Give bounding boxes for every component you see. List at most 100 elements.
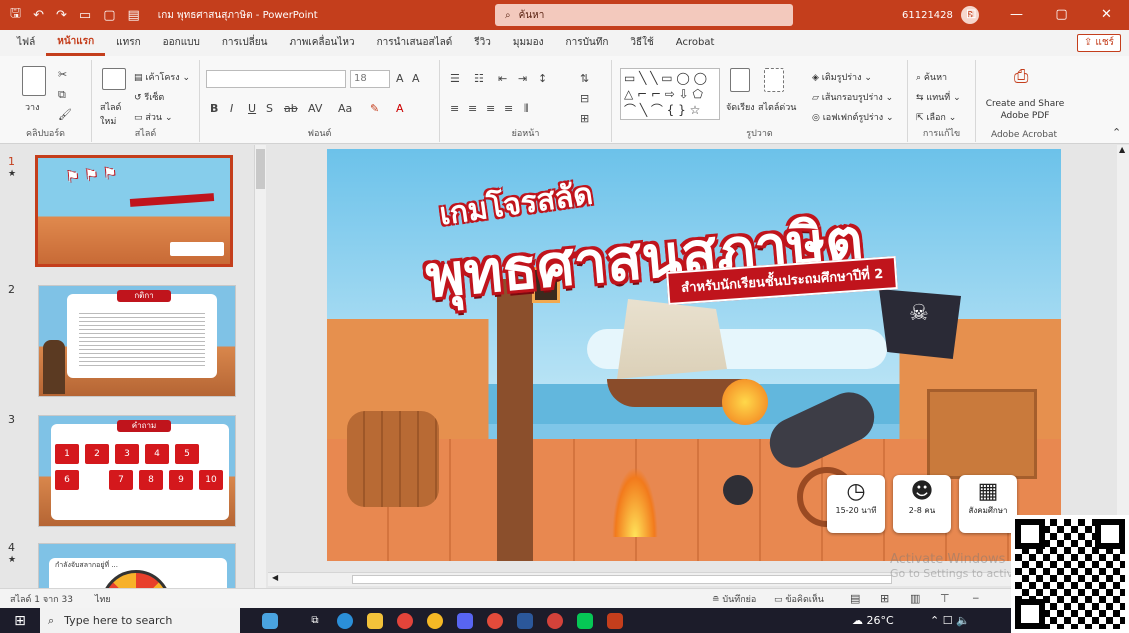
font-color-icon[interactable]: A xyxy=(396,102,404,115)
columns-icon[interactable]: ⫴ xyxy=(524,102,529,116)
share-button[interactable]: ⇪ แชร์ xyxy=(1076,34,1121,52)
normal-view-icon[interactable]: ▤ xyxy=(850,592,860,605)
tab-home[interactable]: หน้าแรก xyxy=(46,31,106,56)
line-spacing-icon[interactable]: ↕ xyxy=(538,72,547,85)
grow-font-icon[interactable]: A xyxy=(396,72,404,85)
taskbar-search[interactable]: ⌕ Type here to search xyxy=(40,608,240,633)
slide-sorter-icon[interactable]: ⊞ xyxy=(880,592,889,605)
arrange-button[interactable]: จัดเรียง xyxy=(726,100,755,114)
align-left-icon[interactable]: ≡ xyxy=(450,102,459,115)
chrome-profile-icon[interactable] xyxy=(420,608,450,633)
app-icon[interactable] xyxy=(480,608,510,633)
file-explorer-icon[interactable] xyxy=(360,608,390,633)
line-icon[interactable] xyxy=(570,608,600,633)
tab-file[interactable]: ไฟล์ xyxy=(6,30,46,56)
shape-outline-button[interactable]: ▱ เส้นกรอบรูปร่าง ⌄ xyxy=(812,90,893,104)
weather-temp[interactable]: ☁ 26°C xyxy=(852,608,894,633)
layout-button[interactable]: ▤ เค้าโครง ⌄ xyxy=(134,70,190,84)
save-icon[interactable]: 🖫 xyxy=(10,4,21,26)
reset-button[interactable]: ↺ รีเซ็ต xyxy=(134,90,164,104)
open-icon[interactable]: ▤ xyxy=(127,8,139,23)
reading-view-icon[interactable]: ▥ xyxy=(910,592,920,605)
edge-icon[interactable] xyxy=(330,608,360,633)
smartart-icon[interactable]: ⊞ xyxy=(580,112,589,125)
slide-thumbnail-1[interactable]: ⚑ ⚑ ⚑ xyxy=(35,155,233,267)
shadow-icon[interactable]: S xyxy=(266,102,273,115)
create-pdf-button[interactable]: Create and Share Adobe PDF xyxy=(980,98,1070,122)
strikethrough-icon[interactable]: ab xyxy=(284,102,298,115)
slide-thumbnail-2[interactable]: กติกา xyxy=(38,285,236,397)
redo-icon[interactable]: ↷ xyxy=(56,8,67,23)
italic-icon[interactable]: I xyxy=(230,102,233,115)
slideshow-view-icon[interactable]: ⊤ xyxy=(940,592,950,605)
notes-button[interactable]: ≘ บันทึกย่อ xyxy=(712,592,756,606)
new-icon[interactable]: ▢ xyxy=(103,8,115,23)
text-direction-icon[interactable]: ⇅ xyxy=(580,72,589,85)
maximize-icon[interactable]: ▢ xyxy=(1039,0,1084,30)
search-box[interactable]: ⌕ ค้นหา xyxy=(495,4,793,26)
replace-button[interactable]: ⇆ แทนที่ ⌄ xyxy=(916,90,961,104)
thumbnail-scroll-thumb[interactable] xyxy=(256,149,265,189)
current-slide[interactable]: ☠ เกมโจรสลัด พุทธศาสนสุภาษิต สำหรับนักเร… xyxy=(327,149,1061,561)
paste-icon[interactable] xyxy=(22,66,46,96)
close-icon[interactable]: ✕ xyxy=(1084,0,1129,30)
bold-icon[interactable]: B xyxy=(210,102,218,115)
font-name-field[interactable] xyxy=(206,70,346,88)
char-spacing-icon[interactable]: AV xyxy=(308,102,322,115)
quick-styles-icon[interactable] xyxy=(764,68,784,92)
shape-effects-button[interactable]: ◎ เอฟเฟกต์รูปร่าง ⌄ xyxy=(812,110,894,124)
create-pdf-icon[interactable]: ⎙ xyxy=(1014,66,1028,87)
align-center-icon[interactable]: ≡ xyxy=(468,102,477,115)
present-icon[interactable]: ▭ xyxy=(79,8,91,23)
hscroll-thumb[interactable] xyxy=(352,575,892,584)
powerpoint-icon[interactable] xyxy=(600,608,630,633)
language-indicator[interactable]: ไทย xyxy=(95,592,111,606)
arrange-icon[interactable] xyxy=(730,68,750,92)
find-button[interactable]: ⌕ ค้นหา xyxy=(916,70,947,84)
info-time[interactable]: ◷ 15-20 นาที xyxy=(827,475,885,533)
tab-record[interactable]: การบันทึก xyxy=(555,30,620,56)
tab-slideshow[interactable]: การนำเสนอสไลด์ xyxy=(366,30,464,56)
word-icon[interactable] xyxy=(510,608,540,633)
tab-transitions[interactable]: การเปลี่ยน xyxy=(211,30,279,56)
paste-button[interactable]: วาง xyxy=(25,100,40,114)
decrease-indent-icon[interactable]: ⇤ xyxy=(498,72,507,85)
change-case-icon[interactable]: Aa xyxy=(338,102,352,115)
slide-thumbnail-4[interactable]: กำลังจับสลากอยู่ที่ ... xyxy=(38,543,236,588)
numbering-icon[interactable]: ☷ xyxy=(474,72,484,85)
ribbon-display-icon[interactable]: ⊡ xyxy=(949,0,994,30)
quick-styles-button[interactable]: สไตล์ด่วน xyxy=(758,100,796,114)
comments-button[interactable]: ▭ ข้อคิดเห็น xyxy=(774,592,824,606)
tab-acrobat[interactable]: Acrobat xyxy=(665,30,726,56)
tab-design[interactable]: ออกแบบ xyxy=(152,30,211,56)
new-slide-button[interactable]: สไลด์ใหม่ xyxy=(100,100,130,128)
underline-icon[interactable]: U xyxy=(248,102,256,115)
highlight-icon[interactable]: ✎ xyxy=(370,102,379,115)
tab-animations[interactable]: ภาพเคลื่อนไหว xyxy=(279,30,366,56)
minimize-icon[interactable]: — xyxy=(994,0,1039,30)
increase-indent-icon[interactable]: ⇥ xyxy=(518,72,527,85)
align-text-icon[interactable]: ⊟ xyxy=(580,92,589,105)
tab-help[interactable]: วิธีใช้ xyxy=(619,30,664,56)
zoom-out-icon[interactable]: − xyxy=(972,594,980,604)
copy-icon[interactable]: ⧉ xyxy=(58,88,66,102)
section-button[interactable]: ▭ ส่วน ⌄ xyxy=(134,110,172,124)
tab-review[interactable]: รีวิว xyxy=(463,30,502,56)
discord-icon[interactable] xyxy=(450,608,480,633)
system-tray-icons[interactable]: ⌃ ☐ 🔈 xyxy=(930,608,970,633)
cut-icon[interactable]: ✂ xyxy=(58,68,67,81)
undo-icon[interactable]: ↶ xyxy=(33,8,44,23)
format-painter-icon[interactable]: 🖌 xyxy=(58,108,72,121)
shape-fill-button[interactable]: ◈ เติมรูปร่าง ⌄ xyxy=(812,70,872,84)
justify-icon[interactable]: ≡ xyxy=(504,102,513,115)
select-button[interactable]: ⇱ เลือก ⌄ xyxy=(916,110,956,124)
task-view-icon[interactable]: ⧉ xyxy=(300,608,330,633)
widgets-icon[interactable] xyxy=(240,608,300,633)
align-right-icon[interactable]: ≡ xyxy=(486,102,495,115)
scroll-up-icon[interactable]: ▲ xyxy=(1119,145,1125,154)
slide-thumbnail-3[interactable]: คำถาม 1 2 3 4 5 6 7 8 9 10 xyxy=(38,415,236,527)
chrome-icon[interactable] xyxy=(390,608,420,633)
scroll-left-icon[interactable]: ◀ xyxy=(272,573,278,582)
font-size-field[interactable]: 18 xyxy=(350,70,390,88)
thumbnail-scrollbar[interactable] xyxy=(254,145,266,588)
